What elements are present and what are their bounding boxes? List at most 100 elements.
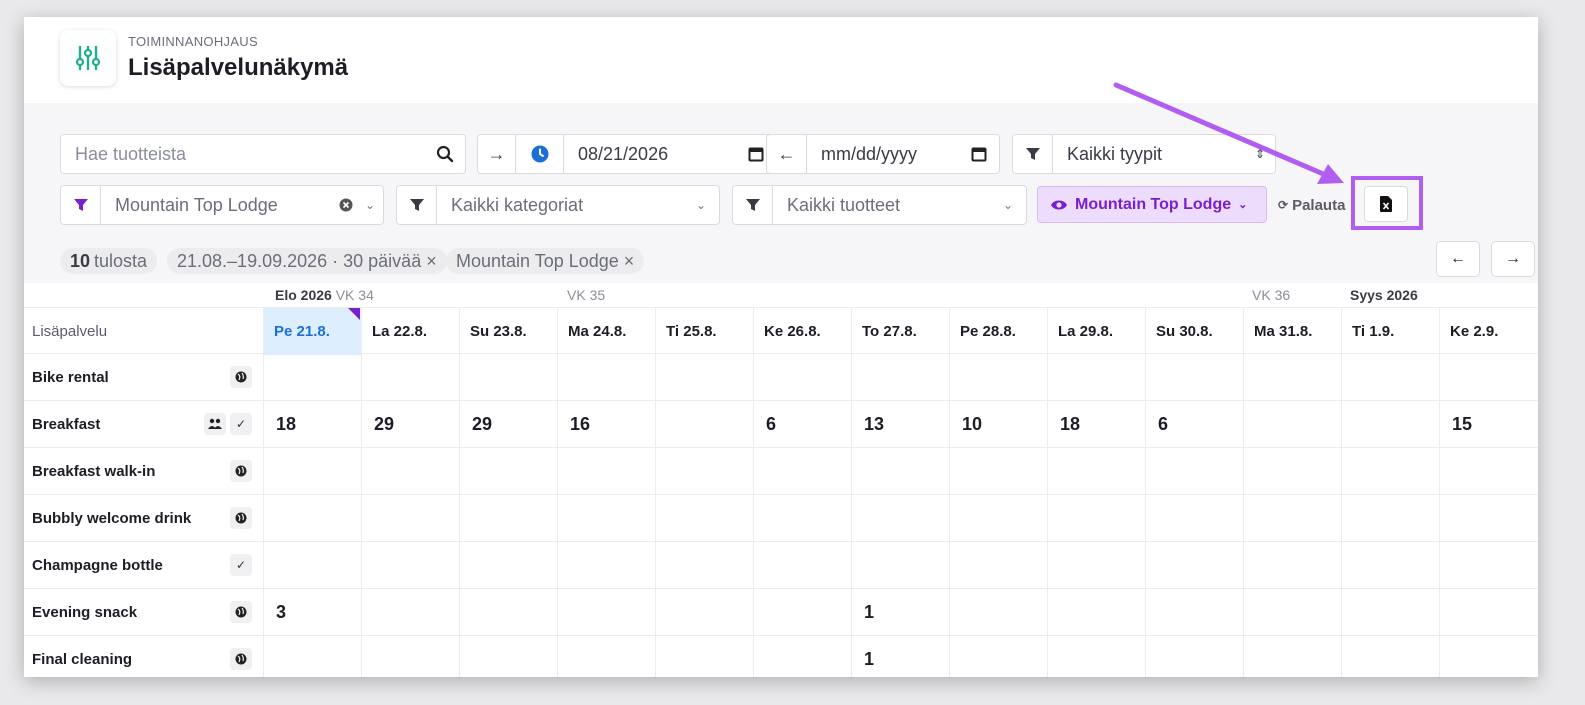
day-header[interactable]: To 27.8. <box>851 308 949 355</box>
value-cell[interactable]: 6 <box>753 401 851 448</box>
value-cell[interactable] <box>655 589 753 636</box>
value-cell[interactable] <box>655 401 753 448</box>
value-cell[interactable] <box>655 542 753 589</box>
value-cell[interactable] <box>361 542 459 589</box>
start-date-value[interactable]: 08/21/2026 <box>564 144 736 165</box>
value-cell[interactable] <box>1243 448 1341 495</box>
value-cell[interactable] <box>851 448 949 495</box>
value-cell[interactable] <box>557 354 655 401</box>
search-icon[interactable] <box>425 145 465 163</box>
date-range-chip[interactable]: 21.08.–19.09.2026 · 30 päivää × <box>167 248 447 274</box>
value-cell[interactable] <box>459 354 557 401</box>
value-cell[interactable] <box>1341 448 1439 495</box>
day-header[interactable]: La 29.8. <box>1047 308 1145 355</box>
day-header[interactable]: Ma 24.8. <box>557 308 655 355</box>
value-cell[interactable] <box>1341 354 1439 401</box>
value-cell[interactable] <box>263 495 361 542</box>
value-cell[interactable]: 15 <box>1439 401 1537 448</box>
end-date-value[interactable]: mm/dd/yyyy <box>807 144 959 165</box>
value-cell[interactable] <box>753 448 851 495</box>
value-cell[interactable] <box>557 636 655 677</box>
day-header[interactable]: Ti 25.8. <box>655 308 753 355</box>
value-cell[interactable] <box>1145 589 1243 636</box>
prev-period-button[interactable]: ← <box>1436 241 1480 277</box>
value-cell[interactable] <box>949 636 1047 677</box>
value-cell[interactable] <box>1047 495 1145 542</box>
property-chip[interactable]: Mountain Top Lodge × <box>446 248 645 274</box>
value-cell[interactable] <box>1439 589 1537 636</box>
day-header[interactable]: Su 30.8. <box>1145 308 1243 355</box>
reset-button[interactable]: ⟳ Palauta <box>1278 195 1354 215</box>
value-cell[interactable] <box>851 495 949 542</box>
value-cell[interactable] <box>1145 448 1243 495</box>
value-cell[interactable] <box>1145 636 1243 677</box>
view-property-button[interactable]: Mountain Top Lodge ⌄ <box>1037 186 1267 223</box>
value-cell[interactable] <box>557 542 655 589</box>
value-cell[interactable] <box>1439 448 1537 495</box>
value-cell[interactable]: 10 <box>949 401 1047 448</box>
value-cell[interactable] <box>1243 542 1341 589</box>
value-cell[interactable]: 18 <box>1047 401 1145 448</box>
value-cell[interactable] <box>1047 448 1145 495</box>
value-cell[interactable] <box>1341 589 1439 636</box>
value-cell[interactable] <box>1341 542 1439 589</box>
value-cell[interactable] <box>557 448 655 495</box>
value-cell[interactable] <box>263 354 361 401</box>
value-cell[interactable] <box>1439 636 1537 677</box>
value-cell[interactable] <box>1341 495 1439 542</box>
value-cell[interactable] <box>851 354 949 401</box>
property-filter-select[interactable]: Mountain Top Lodge ⌄ <box>60 185 384 225</box>
day-header[interactable]: Su 23.8. <box>459 308 557 355</box>
category-filter-select[interactable]: Kaikki kategoriat ⌄ <box>396 185 720 225</box>
value-cell[interactable]: 6 <box>1145 401 1243 448</box>
value-cell[interactable] <box>263 542 361 589</box>
value-cell[interactable] <box>753 542 851 589</box>
value-cell[interactable] <box>557 495 655 542</box>
value-cell[interactable] <box>753 354 851 401</box>
value-cell[interactable] <box>949 354 1047 401</box>
value-cell[interactable] <box>557 589 655 636</box>
value-cell[interactable] <box>1145 354 1243 401</box>
day-header[interactable]: Pe 21.8. <box>263 308 361 355</box>
value-cell[interactable] <box>459 542 557 589</box>
value-cell[interactable] <box>1439 495 1537 542</box>
value-cell[interactable] <box>263 448 361 495</box>
search-input[interactable]: Hae tuotteista <box>60 134 466 174</box>
value-cell[interactable] <box>949 542 1047 589</box>
value-cell[interactable] <box>1047 354 1145 401</box>
value-cell[interactable] <box>459 448 557 495</box>
start-date-field[interactable]: → 08/21/2026 <box>477 134 777 174</box>
day-header[interactable]: Ti 1.9. <box>1341 308 1439 355</box>
value-cell[interactable] <box>1439 354 1537 401</box>
value-cell[interactable]: 29 <box>361 401 459 448</box>
value-cell[interactable] <box>1047 636 1145 677</box>
value-cell[interactable]: 29 <box>459 401 557 448</box>
value-cell[interactable] <box>1243 495 1341 542</box>
value-cell[interactable] <box>1047 589 1145 636</box>
value-cell[interactable] <box>655 495 753 542</box>
day-header[interactable]: Ke 2.9. <box>1439 308 1537 355</box>
value-cell[interactable]: 1 <box>851 589 949 636</box>
value-cell[interactable] <box>851 542 949 589</box>
value-cell[interactable] <box>753 589 851 636</box>
value-cell[interactable] <box>655 448 753 495</box>
value-cell[interactable] <box>361 636 459 677</box>
value-cell[interactable] <box>1243 401 1341 448</box>
value-cell[interactable] <box>361 589 459 636</box>
value-cell[interactable] <box>459 495 557 542</box>
type-filter-select[interactable]: Kaikki tyypit ⇕ <box>1012 134 1276 174</box>
value-cell[interactable] <box>655 636 753 677</box>
value-cell[interactable]: 13 <box>851 401 949 448</box>
value-cell[interactable]: 1 <box>851 636 949 677</box>
value-cell[interactable] <box>1145 542 1243 589</box>
day-header[interactable]: La 22.8. <box>361 308 459 355</box>
value-cell[interactable]: 18 <box>263 401 361 448</box>
calendar-icon[interactable] <box>959 146 999 162</box>
value-cell[interactable] <box>753 636 851 677</box>
export-excel-button[interactable] <box>1364 186 1408 222</box>
value-cell[interactable] <box>1439 542 1537 589</box>
value-cell[interactable] <box>1243 589 1341 636</box>
value-cell[interactable] <box>949 495 1047 542</box>
value-cell[interactable] <box>949 589 1047 636</box>
day-header[interactable]: Ma 31.8. <box>1243 308 1341 355</box>
